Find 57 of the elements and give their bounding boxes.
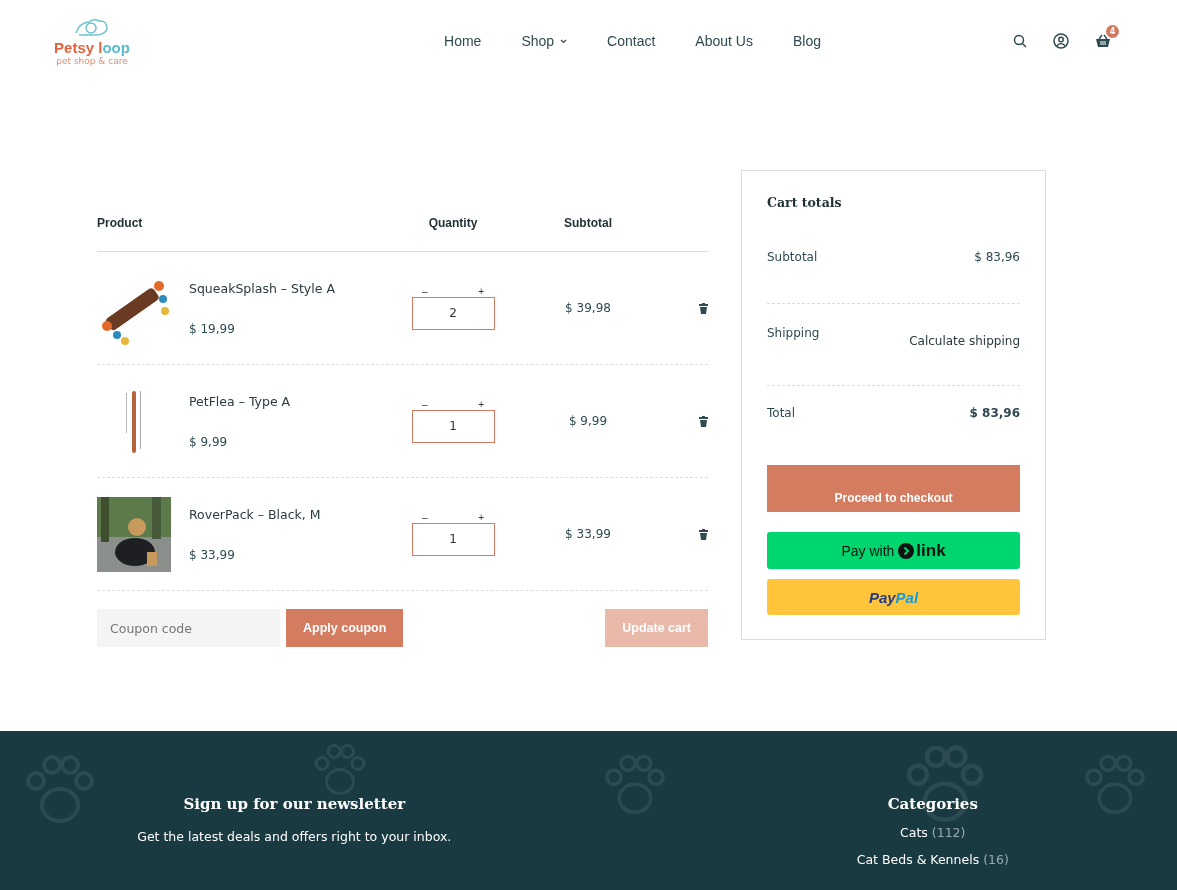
nav-link[interactable]: Contact [607, 33, 656, 49]
nav-link[interactable]: Home [444, 33, 482, 49]
coupon-field[interactable]: Coupon code [97, 609, 280, 647]
line-subtotal: $ 9,99 [568, 414, 608, 428]
user-icon [1053, 33, 1069, 49]
dog-logo-icon [73, 16, 111, 39]
newsletter-text: Get the latest deals and offers right to your inbox. [137, 829, 452, 844]
decrease-button[interactable]: – [422, 399, 428, 410]
remove-button[interactable] [699, 528, 708, 540]
chevron-circle-icon [898, 542, 915, 559]
remove-button[interactable] [699, 415, 708, 427]
increase-button[interactable]: + [478, 399, 484, 410]
trash-icon [699, 528, 708, 540]
account-button[interactable] [1053, 33, 1069, 49]
nav-link[interactable]: About Us [695, 33, 753, 49]
remove-button[interactable] [699, 302, 708, 314]
shipping-label: Shipping [767, 325, 820, 342]
categories-title: Categories [887, 795, 978, 813]
product-price: $ 19,99 [189, 321, 236, 336]
line-subtotal: $ 33,99 [565, 527, 611, 541]
total-value: $ 83,96 [969, 406, 1020, 423]
quantity-field[interactable]: 2 [411, 296, 495, 330]
newsletter-title: Sign up for our newsletter [183, 795, 406, 813]
increase-button[interactable]: + [478, 286, 484, 297]
cart-count-badge: 4 [1106, 25, 1119, 38]
nav-link[interactable]: Shop [521, 33, 568, 49]
search-icon [1013, 34, 1027, 48]
calculate-shipping-link[interactable]: Calculate shipping [909, 333, 1020, 386]
quantity-field[interactable]: 1 [411, 409, 495, 443]
nav-link[interactable]: Blog [792, 33, 821, 49]
panel-title: Cart totals [767, 195, 842, 212]
product-price: $ 9,99 [189, 434, 229, 449]
decrease-button[interactable]: – [422, 512, 428, 523]
decrease-button[interactable]: – [422, 286, 428, 297]
category-link[interactable]: Cats (112) [900, 825, 966, 840]
subtotal-label: Subtotal [767, 250, 818, 267]
line-subtotal: $ 39,98 [565, 301, 611, 315]
column-header: Subtotal [564, 215, 612, 230]
search-button[interactable] [1013, 34, 1027, 48]
product-name[interactable]: PetFlea – Type A [189, 393, 388, 409]
product-name[interactable]: RoverPack – Black, M [189, 506, 388, 522]
logo-tagline: pet shop & care [56, 55, 128, 66]
basket-icon [1095, 34, 1111, 48]
paypal-button[interactable]: PayPal [767, 579, 1020, 615]
category-link[interactable]: Cat Beds & Kennels (16) [856, 852, 1009, 867]
cart-button[interactable] [1095, 34, 1111, 48]
product-price: $ 33,99 [189, 547, 236, 562]
total-label: Total [767, 406, 796, 423]
product-name[interactable]: SqueakSplash – Style A [189, 280, 388, 296]
column-header: Product [97, 215, 143, 230]
quantity-field[interactable]: 1 [411, 522, 495, 556]
trash-icon [699, 302, 708, 314]
column-header: Quantity [428, 215, 478, 230]
subtotal-value: $ 83,96 [974, 250, 1020, 267]
trash-icon [699, 415, 708, 427]
increase-button[interactable]: + [478, 512, 484, 523]
link-pay-button[interactable]: Pay with link [767, 531, 1020, 570]
